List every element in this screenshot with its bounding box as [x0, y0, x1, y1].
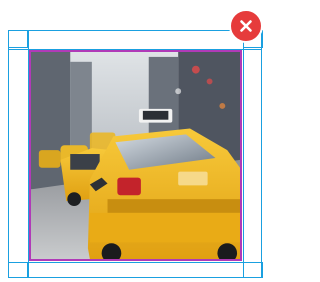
resize-handle-bottom-left[interactable]	[8, 262, 28, 278]
resize-handle-bottom-right[interactable]	[243, 262, 263, 278]
guide-line-bottom	[8, 262, 262, 263]
resize-handle-top-left[interactable]	[8, 30, 28, 48]
close-button[interactable]	[229, 9, 263, 43]
guide-line-right	[243, 30, 244, 278]
photo-image[interactable]	[29, 50, 242, 261]
close-icon	[240, 20, 252, 32]
taxi-photo	[31, 52, 240, 259]
image-frame-editor	[0, 0, 266, 282]
